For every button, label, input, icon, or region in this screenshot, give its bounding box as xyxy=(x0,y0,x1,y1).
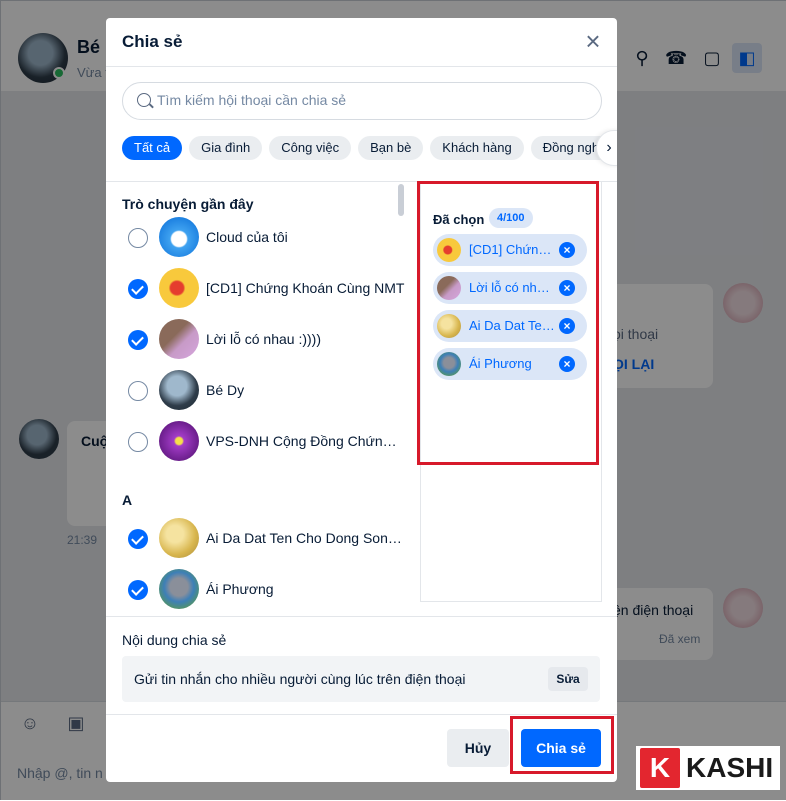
list-scrollbar[interactable] xyxy=(398,184,404,216)
edit-button[interactable]: Sửa xyxy=(548,667,588,691)
conversation-label: Ái Phương xyxy=(206,581,274,597)
divider xyxy=(106,616,617,617)
logo-mark: K xyxy=(640,748,680,788)
alphabet-section-label: A xyxy=(122,492,133,508)
list-item[interactable]: Ái Phương xyxy=(106,566,406,614)
checkbox-checked[interactable] xyxy=(128,330,148,350)
conversation-label: VPS-DNH Cộng Đồng Chứng Khoán xyxy=(206,433,402,449)
conversation-label: Cloud của tôi xyxy=(206,229,288,245)
contact-avatar xyxy=(159,569,199,609)
highlight-box-selected xyxy=(417,181,599,465)
share-content-box: Gửi tin nhắn cho nhiều người cùng lúc tr… xyxy=(122,656,600,702)
chip-family[interactable]: Gia đình xyxy=(189,136,263,160)
search-icon xyxy=(137,93,151,107)
chip-customers[interactable]: Khách hàng xyxy=(430,136,524,160)
chip-friends[interactable]: Bạn bè xyxy=(358,136,424,160)
conversation-label: Ai Da Dat Ten Cho Dong Song Nay xyxy=(206,530,404,546)
list-item[interactable]: VPS-DNH Cộng Đồng Chứng Khoán xyxy=(106,418,406,466)
share-dialog: Chia sẻ × Tất cảGia đìnhCông việcBạn bèK… xyxy=(106,18,617,782)
checkbox-checked[interactable] xyxy=(128,529,148,549)
brand-logo: K KASHI xyxy=(636,746,780,790)
divider xyxy=(106,714,617,715)
checkbox-checked[interactable] xyxy=(128,580,148,600)
checkbox-checked[interactable] xyxy=(128,279,148,299)
list-item[interactable]: Lời lỗ có nhau :)))) xyxy=(106,316,406,364)
logo-text: KASHI xyxy=(686,752,774,783)
category-filter-chips: Tất cả Gia đình Công việc Bạn bè Khách hàng Đ… xyxy=(122,136,612,162)
search-box[interactable] xyxy=(122,82,602,120)
cancel-button[interactable]: Hủy xyxy=(447,729,509,767)
list-item[interactable]: [CD1] Chứng Khoán Cùng NMT xyxy=(106,265,406,313)
recent-section-label: Trò chuyện gần đây xyxy=(122,196,254,212)
radio-unchecked[interactable] xyxy=(128,432,148,452)
list-item[interactable]: Ai Da Dat Ten Cho Dong Song Nay xyxy=(106,515,406,563)
share-content-label: Nội dung chia sẻ xyxy=(122,632,227,648)
close-icon[interactable]: × xyxy=(581,28,605,54)
conversation-list[interactable]: Trò chuyện gần đây Cloud của tôi [CD1] C… xyxy=(106,182,417,618)
search-input[interactable] xyxy=(157,92,577,108)
dialog-title: Chia sẻ xyxy=(122,32,183,51)
chip-work[interactable]: Công việc xyxy=(269,136,352,160)
group-avatar xyxy=(159,421,199,461)
radio-unchecked[interactable] xyxy=(128,228,148,248)
highlight-box-share xyxy=(510,716,614,774)
list-item[interactable]: Bé Dy xyxy=(106,367,406,415)
share-content-text: Gửi tin nhắn cho nhiều người cùng lúc tr… xyxy=(134,671,466,687)
chip-all[interactable]: Tất cả xyxy=(122,136,183,160)
conversation-label: [CD1] Chứng Khoán Cùng NMT xyxy=(206,280,405,296)
conversation-label: Lời lỗ có nhau :)))) xyxy=(206,331,322,347)
contact-avatar xyxy=(159,370,199,410)
group-avatar xyxy=(159,319,199,359)
radio-unchecked[interactable] xyxy=(128,381,148,401)
group-avatar xyxy=(159,518,199,558)
list-item[interactable] xyxy=(106,617,406,618)
list-item[interactable]: Cloud của tôi xyxy=(106,214,406,262)
conversation-label: Bé Dy xyxy=(206,382,245,398)
group-avatar xyxy=(159,268,199,308)
divider xyxy=(106,66,617,67)
cloud-icon xyxy=(159,217,199,257)
